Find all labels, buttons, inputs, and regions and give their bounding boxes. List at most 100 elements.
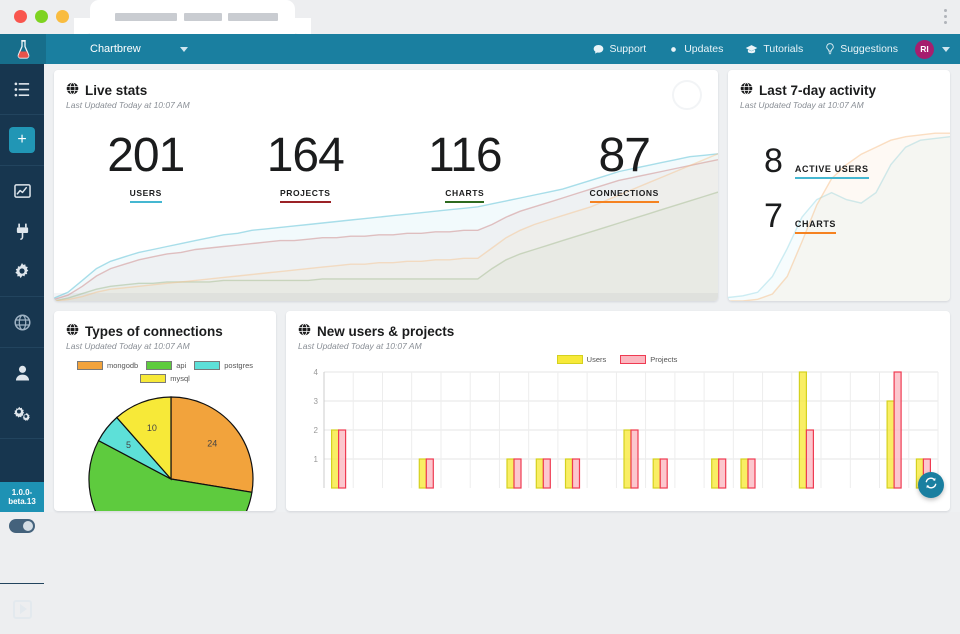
week-active-users-value: 8: [764, 142, 783, 180]
legend-swatch: [146, 361, 173, 370]
sidebar-item-user[interactable]: [0, 353, 44, 393]
week-activity-title-row: Last 7-day activity: [740, 82, 950, 98]
avatar[interactable]: RI: [915, 39, 934, 59]
nav-label-updates: Updates: [684, 43, 724, 55]
live-stats-title-row: Live stats: [66, 82, 718, 98]
refresh-button[interactable]: [918, 472, 944, 498]
svg-text:1: 1: [314, 455, 319, 464]
stat-projects-value: 164: [266, 129, 345, 182]
nav-label-support: Support: [609, 43, 647, 55]
workspace-name: Chartbrew: [90, 43, 141, 55]
pie-legend-item-mysql[interactable]: mysql: [140, 374, 190, 383]
pie-legend-item-mongodb[interactable]: mongodb: [76, 361, 139, 370]
nav-label-tutorials: Tutorials: [763, 43, 804, 55]
tab-placeholder-bars: [0, 0, 960, 34]
sidebar-item-theme-toggle[interactable]: [0, 506, 44, 546]
stat-charts-value: 116: [427, 129, 503, 182]
svg-text:3: 3: [314, 397, 319, 406]
stat-users-value: 201: [107, 129, 185, 182]
chartbrew-flask-logo[interactable]: [0, 34, 46, 64]
bar-chart: 1 2 3 4: [298, 366, 950, 494]
main-content: Live stats Last Updated Today at 10:07 A…: [44, 64, 960, 512]
tab-placeholder-2: [184, 13, 222, 21]
nav-item-support[interactable]: Support: [582, 34, 657, 64]
version-badge: 1.0.0- beta.13: [0, 482, 44, 512]
stat-connections: 87 CONNECTIONS: [545, 132, 705, 203]
sidebar-item-list[interactable]: [0, 69, 44, 109]
stat-connections-value: 87: [598, 129, 651, 182]
bar-legend[interactable]: Users Projects: [298, 355, 950, 364]
week-charts-label: CHARTS: [794, 219, 837, 234]
sidebar-item-settings[interactable]: [0, 251, 44, 291]
stat-projects: 164 PROJECTS: [226, 132, 386, 203]
browser-chrome: [0, 0, 960, 34]
week-activity-subtitle: Last Updated Today at 10:07 AM: [740, 100, 864, 110]
stat-users: 201 USERS: [66, 132, 226, 203]
card-new-users-projects: New users & projects Last Updated Today …: [286, 311, 950, 511]
sidebar-group-projects: [0, 64, 44, 115]
legend-label: postgres: [224, 361, 254, 370]
legend-label: mongodb: [106, 361, 139, 370]
page-title: Live stats: [85, 82, 148, 98]
theme-toggle[interactable]: [9, 519, 35, 533]
sidebar-item-team-settings[interactable]: [0, 393, 44, 433]
nav-item-suggestions[interactable]: Suggestions: [814, 34, 909, 64]
week-charts-value: 7: [764, 197, 783, 235]
top-navbar: Chartbrew Support Updates Tutorials Sugg…: [0, 34, 960, 64]
svg-text:5: 5: [126, 440, 131, 450]
week-stat-active-users: 8 ACTIVE USERS: [764, 144, 950, 179]
sidebar-item-globe[interactable]: [0, 302, 44, 342]
pie-chart: 2448510: [66, 387, 276, 511]
user-menu-chevron-down-icon[interactable]: [942, 46, 950, 52]
legend-swatch: [140, 374, 167, 383]
nav-item-tutorials[interactable]: Tutorials: [734, 34, 814, 64]
bar-legend-item-users[interactable]: Users: [556, 355, 607, 364]
newusers-title-row: New users & projects: [298, 323, 950, 339]
play-button[interactable]: [12, 599, 32, 619]
card-week-activity: Last 7-day activity Last Updated Today a…: [728, 70, 950, 301]
workspace-selector[interactable]: Chartbrew: [46, 34, 206, 64]
card-live-stats: Live stats Last Updated Today at 10:07 A…: [54, 70, 718, 301]
sidebar-group-play: [0, 583, 44, 634]
dashboard-row-bottom: Types of connections Last Updated Today …: [54, 311, 952, 511]
legend-label: mysql: [170, 374, 190, 383]
svg-text:4: 4: [314, 368, 319, 377]
globe-icon: [298, 323, 311, 339]
tab-placeholder-1: [115, 13, 177, 21]
decorative-circle-icon: [672, 80, 702, 110]
nav-item-updates[interactable]: Updates: [657, 34, 734, 64]
week-stat-charts: 7 CHARTS: [764, 199, 950, 234]
stat-users-label: USERS: [129, 188, 162, 203]
types-subtitle: Last Updated Today at 10:07 AM: [66, 341, 190, 351]
dashboard-row-top: Live stats Last Updated Today at 10:07 A…: [54, 70, 952, 301]
svg-text:10: 10: [147, 423, 157, 433]
week-active-users-label: ACTIVE USERS: [794, 164, 869, 179]
sidebar-item-play[interactable]: [0, 589, 44, 629]
stat-charts-label: CHARTS: [445, 188, 485, 203]
dot-icon: [668, 44, 679, 55]
kebab-menu-icon[interactable]: [938, 6, 952, 28]
pie-legend-item-api[interactable]: api: [146, 361, 186, 370]
card-types-of-connections: Types of connections Last Updated Today …: [54, 311, 276, 511]
svg-text:2: 2: [314, 426, 319, 435]
sidebar-item-add[interactable]: +: [0, 120, 44, 160]
version-line-2: beta.13: [8, 497, 36, 506]
week-activity-title: Last 7-day activity: [759, 82, 877, 98]
legend-label: Users: [586, 355, 607, 364]
sidebar-item-connections[interactable]: [0, 211, 44, 251]
pie-legend[interactable]: mongodb api postgres mysql: [66, 361, 276, 383]
bar-legend-item-projects[interactable]: Projects: [620, 355, 677, 364]
pie-legend-item-postgres[interactable]: postgres: [194, 361, 253, 370]
types-title-row: Types of connections: [66, 323, 276, 339]
sidebar-item-charts[interactable]: [0, 171, 44, 211]
globe-icon: [66, 82, 79, 98]
newusers-subtitle: Last Updated Today at 10:07 AM: [298, 341, 422, 351]
refresh-icon: [924, 476, 938, 495]
live-stats-subtitle: Last Updated Today at 10:07 AM: [66, 100, 190, 110]
chat-bubble-icon: [593, 44, 604, 55]
newusers-title: New users & projects: [317, 323, 455, 339]
legend-swatch: [556, 355, 583, 364]
sidebar-group-account: [0, 348, 44, 439]
add-plus-button[interactable]: +: [9, 127, 35, 153]
tab-placeholder-3: [228, 13, 278, 21]
